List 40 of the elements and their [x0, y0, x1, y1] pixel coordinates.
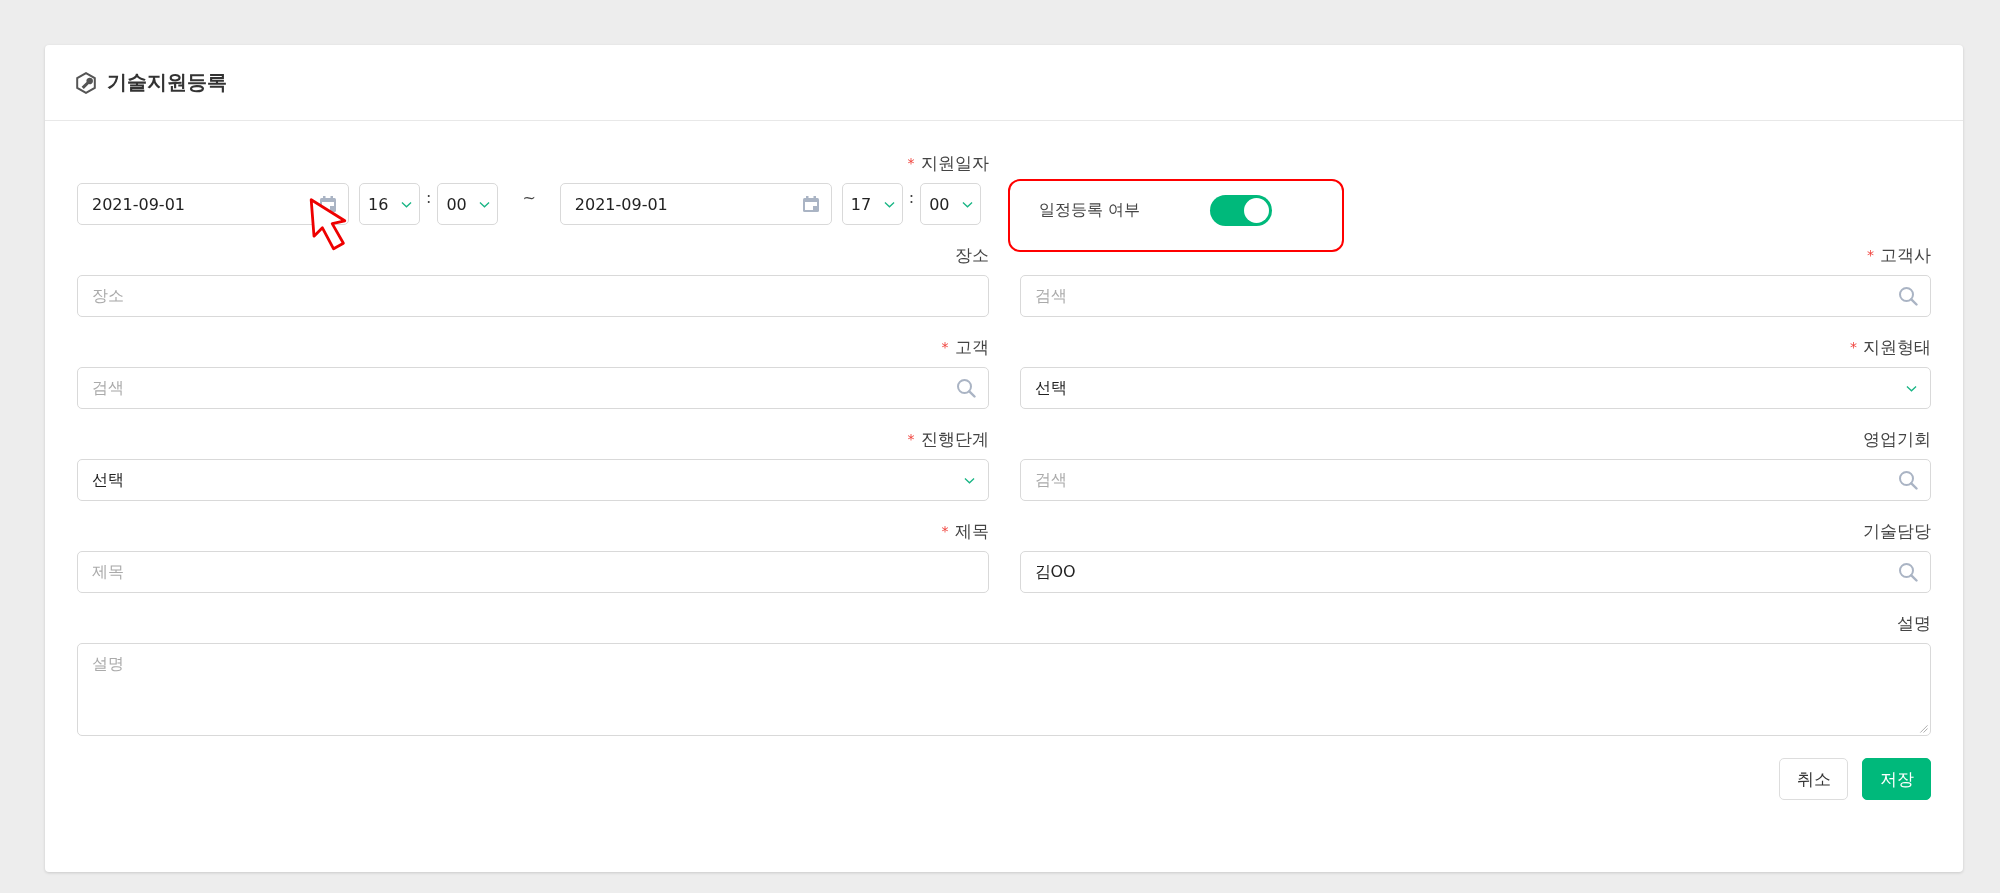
field-label: 제목: [954, 519, 989, 543]
date-field[interactable]: 2021-09-01: [77, 183, 349, 225]
required-mark: *: [941, 339, 949, 355]
field-label: 설명: [1897, 611, 1931, 635]
field-label: 지원형태: [1863, 335, 1931, 359]
field-label: 진행단계: [920, 427, 989, 451]
time-colon: :: [908, 187, 915, 207]
toggle-switch[interactable]: [1209, 195, 1272, 226]
time-select[interactable]: 00: [920, 183, 982, 225]
field-label: 영업기회: [1863, 427, 1931, 451]
toggle-label: 일정등록 여부: [1038, 200, 1140, 221]
field-label: 지원일자: [920, 151, 989, 175]
search-icon: [1898, 470, 1918, 490]
field-label: 고객: [954, 335, 989, 359]
time-select[interactable]: 16: [359, 183, 420, 225]
shield-wrench-icon: [75, 71, 97, 94]
required-mark: *: [1867, 247, 1874, 263]
search-icon: [1898, 286, 1918, 306]
time-select[interactable]: 00: [437, 183, 499, 225]
cancel-button[interactable]: 취소: [1779, 758, 1848, 800]
search-field[interactable]: 김OO: [1019, 551, 1931, 593]
search-icon: [1898, 562, 1918, 582]
resize-grip-icon: [1919, 724, 1928, 733]
range-separator: ~: [522, 187, 536, 207]
calendar-icon: [800, 194, 821, 214]
select-field[interactable]: 선택: [1019, 367, 1931, 409]
time-colon: :: [426, 187, 432, 207]
required-mark: *: [1850, 339, 1857, 355]
page-title: 기술지원등록: [107, 69, 227, 96]
date-field[interactable]: 2021-09-01: [559, 183, 832, 225]
field-label: 기술담당: [1863, 519, 1931, 543]
required-mark: *: [941, 523, 949, 539]
required-mark: *: [907, 431, 915, 447]
field-label: 고객사: [1880, 243, 1931, 267]
cursor-arrow-icon: [307, 197, 349, 253]
select-field[interactable]: 선택: [77, 459, 989, 501]
search-icon: [955, 378, 976, 398]
time-select[interactable]: 17: [841, 183, 903, 225]
field-label: 장소: [954, 243, 989, 267]
required-mark: *: [907, 155, 915, 171]
